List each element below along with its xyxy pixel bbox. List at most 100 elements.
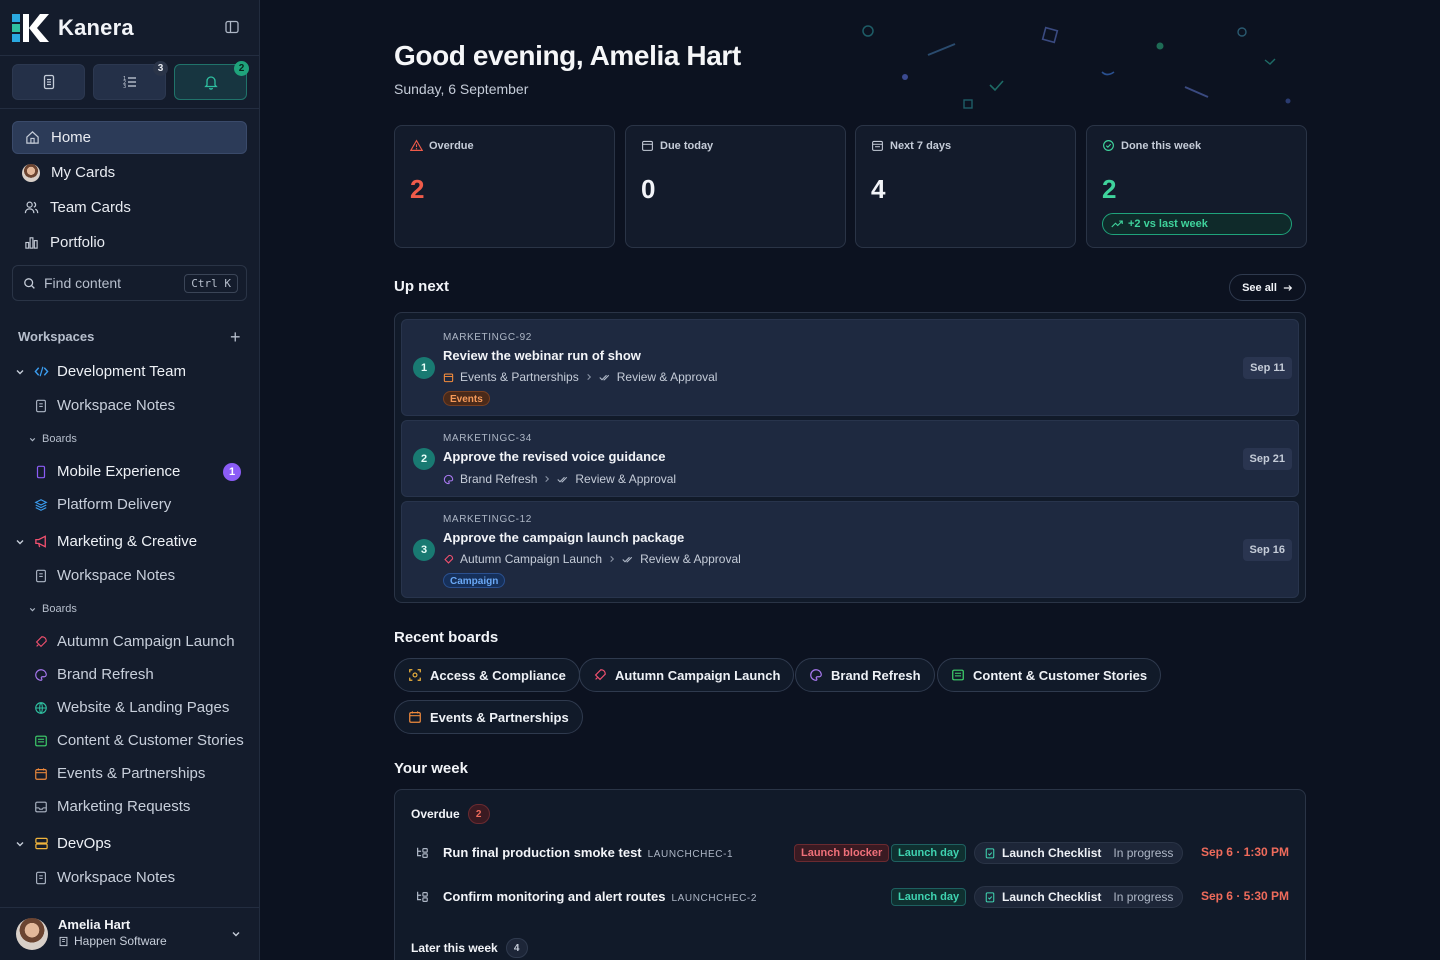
rank-badge: 3 xyxy=(413,539,435,561)
card-list: Review & Approval xyxy=(575,472,677,486)
search-input[interactable]: Find content Ctrl K xyxy=(12,265,247,301)
check-circle-icon xyxy=(1102,139,1115,152)
up-next-card[interactable]: 1 MARKETINGC-92 Review the webinar run o… xyxy=(401,319,1299,416)
recent-board-chip[interactable]: Autumn Campaign Launch xyxy=(579,658,795,692)
server-icon xyxy=(34,836,49,851)
board-name: Platform Delivery xyxy=(57,496,172,513)
board-content-customer-stories[interactable]: Content & Customer Stories xyxy=(34,732,244,749)
trending-up-icon xyxy=(1111,219,1123,229)
workspace-notes-link[interactable]: Workspace Notes xyxy=(34,567,175,584)
up-next-card[interactable]: 3 MARKETINGC-12 Approve the campaign lau… xyxy=(401,501,1299,598)
workspace-notes-link[interactable]: Workspace Notes xyxy=(34,397,175,414)
nav-home[interactable]: Home xyxy=(12,121,247,154)
card-tag: Events xyxy=(443,391,490,406)
card-title: Review the webinar run of show xyxy=(443,348,641,363)
avatar xyxy=(22,163,40,182)
nav-team-cards[interactable]: Team Cards xyxy=(12,191,247,224)
boards-group-toggle[interactable]: Boards xyxy=(28,603,77,615)
card-due-date: Sep 21 xyxy=(1242,448,1292,470)
group-count: 2 xyxy=(467,804,490,824)
week-task-row[interactable]: Confirm monitoring and alert routes LAUNC… xyxy=(411,886,1295,910)
board-website-landing-pages[interactable]: Website & Landing Pages xyxy=(34,699,229,716)
card-key: MARKETINGC-34 xyxy=(443,433,532,444)
group-count: 4 xyxy=(505,938,528,958)
workspace-notes-link[interactable]: Workspace Notes xyxy=(34,869,175,886)
document-icon xyxy=(34,871,48,885)
board-marketing-requests[interactable]: Marketing Requests xyxy=(34,798,190,815)
recent-board-chip[interactable]: Access & Compliance xyxy=(394,658,580,692)
clipboard-check-icon xyxy=(984,847,996,859)
rank-badge: 2 xyxy=(413,448,435,470)
recent-board-chip[interactable]: Brand Refresh xyxy=(795,658,935,692)
stat-value: 2 xyxy=(1102,174,1117,204)
workspace-marketing-creative[interactable]: Marketing & Creative xyxy=(14,533,197,550)
notes-quick-button[interactable] xyxy=(12,64,85,100)
shortcut-hint: Ctrl K xyxy=(184,274,238,293)
current-date: Sunday, 6 September xyxy=(394,81,529,97)
board-status-pill[interactable]: Launch Checklist In progress xyxy=(974,842,1184,864)
stat-done-this-week[interactable]: Done this week 2 +2 vs last week xyxy=(1086,125,1307,248)
tasks-quick-button[interactable]: 123 3 xyxy=(93,61,168,100)
overdue-group-header[interactable]: Overdue 2 xyxy=(411,804,490,824)
nav-portfolio[interactable]: Portfolio xyxy=(12,226,247,259)
board-status-pill[interactable]: Launch Checklist In progress xyxy=(974,886,1184,908)
chevron-down-icon xyxy=(28,435,37,444)
see-all-button[interactable]: See all xyxy=(1229,274,1306,301)
task-due: Sep 6 · 5:30 PM xyxy=(1200,889,1289,903)
workspace-devops[interactable]: DevOps xyxy=(14,835,111,852)
task-title: Run final production smoke test LAUNCHCHE… xyxy=(443,845,733,860)
week-task-row[interactable]: Run final production smoke test LAUNCHCHE… xyxy=(411,842,1295,866)
chevron-down-icon[interactable] xyxy=(230,928,242,940)
workspace-development-team[interactable]: Development Team xyxy=(14,363,186,380)
nav-label: Team Cards xyxy=(50,199,131,216)
check-double-icon xyxy=(622,555,634,564)
card-list: Review & Approval xyxy=(640,552,741,566)
board-events-partnerships[interactable]: Events & Partnerships xyxy=(34,765,205,782)
workspaces-heading: Workspaces xyxy=(18,329,95,344)
recent-board-chip[interactable]: Content & Customer Stories xyxy=(937,658,1162,692)
chip-label: Access & Compliance xyxy=(430,667,566,683)
board-platform-delivery[interactable]: Platform Delivery xyxy=(34,496,171,513)
boards-group-toggle[interactable]: Boards xyxy=(28,433,77,445)
stat-due-today[interactable]: Due today 0 xyxy=(625,125,846,248)
rocket-icon xyxy=(593,668,607,682)
card-path: Brand Refresh Review & Approval xyxy=(443,472,676,486)
board-name: Autumn Campaign Launch xyxy=(57,633,235,650)
newspaper-icon xyxy=(951,668,965,682)
brand-name: Kanera xyxy=(58,15,134,40)
stat-overdue[interactable]: Overdue 2 xyxy=(394,125,615,248)
brand[interactable]: Kanera xyxy=(12,14,134,42)
nav-my-cards[interactable]: My Cards xyxy=(12,156,247,189)
card-path: Events & Partnerships Review & Approval xyxy=(443,370,717,384)
sidebar-toggle-icon[interactable] xyxy=(224,19,242,37)
task-due: Sep 6 · 1:30 PM xyxy=(1200,845,1289,859)
clipboard-check-icon xyxy=(984,891,996,903)
inbox-icon xyxy=(34,800,48,814)
board-brand-refresh[interactable]: Brand Refresh xyxy=(34,666,154,683)
workspace-name: Development Team xyxy=(57,363,186,380)
kanera-logo-icon xyxy=(12,14,50,42)
shield-scan-icon xyxy=(408,668,422,682)
card-tag: Campaign xyxy=(443,573,506,588)
boards-label: Boards xyxy=(42,603,77,615)
calendar-icon xyxy=(34,767,48,781)
later-group-header[interactable]: Later this week 4 xyxy=(411,938,528,958)
group-label: Overdue xyxy=(411,807,460,821)
add-workspace-icon[interactable]: + xyxy=(230,328,241,346)
notifications-quick-button[interactable]: 2 xyxy=(174,61,249,100)
stat-next-7-days[interactable]: Next 7 days 4 xyxy=(855,125,1076,248)
workspace-name: DevOps xyxy=(57,835,112,852)
task-key: LAUNCHCHEC-1 xyxy=(647,849,734,860)
recent-board-chip[interactable]: Events & Partnerships xyxy=(394,700,583,734)
building-icon xyxy=(58,936,69,947)
up-next-card[interactable]: 2 MARKETINGC-34 Approve the revised voic… xyxy=(401,420,1299,497)
bell-icon xyxy=(203,74,219,90)
stat-label-text: Next 7 days xyxy=(890,139,952,152)
board-mobile-experience[interactable]: Mobile Experience xyxy=(34,463,180,480)
user-avatar[interactable] xyxy=(16,918,48,950)
notes-label: Workspace Notes xyxy=(57,567,176,584)
card-due-date: Sep 11 xyxy=(1243,357,1292,379)
task-status: In progress xyxy=(1113,890,1174,904)
board-autumn-campaign-launch[interactable]: Autumn Campaign Launch xyxy=(34,633,235,650)
calendar-icon xyxy=(641,139,654,152)
